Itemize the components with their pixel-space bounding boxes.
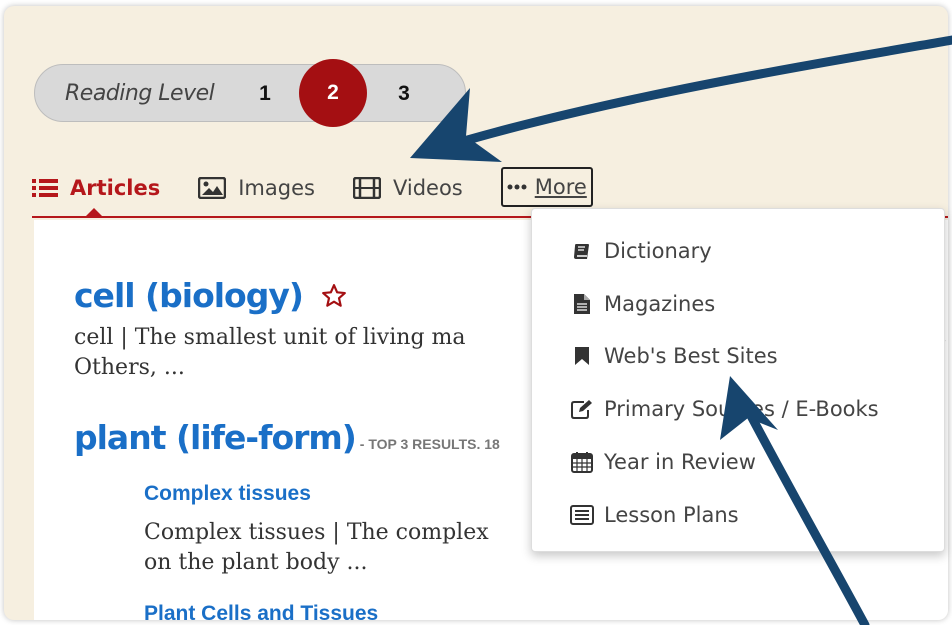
result-snippet-line: Others, ...: [74, 355, 185, 380]
menu-item-primary-sources[interactable]: Primary Sources / E-Books: [570, 392, 879, 426]
star-icon[interactable]: [321, 278, 347, 317]
menu-item-label: Web's Best Sites: [604, 344, 778, 368]
list-icon: [32, 178, 58, 198]
reading-level-3-button[interactable]: 3: [379, 65, 429, 123]
sub-result-snippet-line: on the plant body ...: [144, 550, 368, 575]
result-title-plant[interactable]: plant (life-form) - TOP 3 RESULTS. 18: [74, 418, 500, 457]
result-title-text[interactable]: cell (biology): [74, 276, 304, 315]
tab-articles-label: Articles: [70, 176, 161, 200]
more-dropdown-menu: Dictionary Magazines Web's Best Sites Pr…: [531, 208, 945, 552]
menu-item-lesson-plans[interactable]: Lesson Plans: [570, 498, 739, 532]
tab-videos[interactable]: Videos: [352, 170, 463, 206]
reading-level-2-button[interactable]: 2: [299, 59, 367, 127]
ellipsis-icon: [507, 184, 527, 190]
tab-videos-label: Videos: [392, 176, 463, 200]
menu-item-dictionary[interactable]: Dictionary: [570, 234, 712, 268]
result-title-text[interactable]: plant (life-form): [74, 418, 357, 457]
tab-articles[interactable]: Articles: [32, 170, 161, 218]
result-meta: - TOP 3 RESULTS. 18: [355, 436, 500, 452]
result-title-cell-biology[interactable]: cell (biology): [74, 276, 347, 317]
reading-level-1-button[interactable]: 1: [240, 65, 290, 123]
menu-item-label: Dictionary: [604, 239, 712, 263]
tab-images[interactable]: Images: [198, 170, 315, 206]
sub-result-snippet-line: Complex tissues | The complex: [144, 520, 489, 545]
result-snippet-line: cell | The smallest unit of living ma: [74, 325, 466, 350]
calendar-icon: [570, 451, 594, 473]
tab-more-label: More: [534, 175, 587, 199]
document-icon: [570, 293, 594, 315]
image-icon: [198, 177, 227, 199]
menu-item-magazines[interactable]: Magazines: [570, 287, 715, 321]
menu-item-label: Magazines: [604, 292, 716, 316]
sub-result-title[interactable]: Complex tissues: [144, 482, 311, 506]
menu-item-year-in-review[interactable]: Year in Review: [570, 445, 756, 479]
reading-level-selector: Reading Level 1 2 3: [34, 59, 466, 127]
list-alt-icon: [570, 505, 594, 525]
tab-images-label: Images: [238, 176, 315, 200]
tab-more[interactable]: More: [500, 167, 593, 207]
book-icon: [570, 241, 594, 261]
menu-item-webs-best-sites[interactable]: Web's Best Sites: [570, 339, 778, 373]
menu-item-label: Primary Sources / E-Books: [604, 397, 879, 421]
film-icon: [352, 177, 381, 199]
menu-item-label: Lesson Plans: [604, 503, 739, 527]
menu-item-label: Year in Review: [604, 450, 756, 474]
bookmark-icon: [570, 346, 594, 366]
sub-result-title[interactable]: Plant Cells and Tissues: [144, 602, 378, 620]
reading-level-label: Reading Level: [65, 80, 215, 106]
edit-icon: [570, 399, 594, 419]
